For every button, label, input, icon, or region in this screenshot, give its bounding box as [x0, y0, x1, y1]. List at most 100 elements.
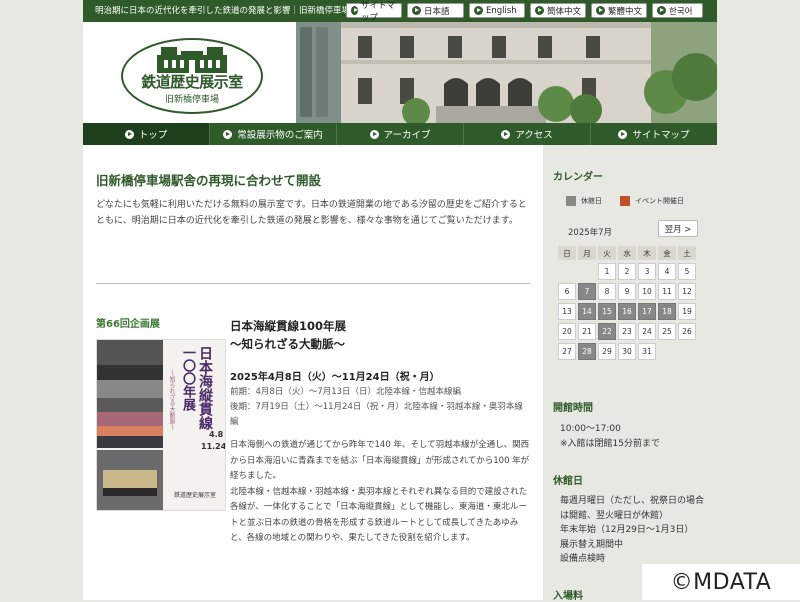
weekday-header: 月: [578, 246, 596, 260]
calendar-day-closed: 14: [578, 303, 596, 320]
divider: [96, 283, 530, 284]
sidebar: カレンダー 休館日 イベント開催日 2025年7月 翌月 > 日月火水木金土12…: [543, 145, 717, 602]
closed-days-text: 毎週月曜日（ただし、祝祭日の場合は開館、翌火曜日が休館） 年末年始（12月29日…: [560, 496, 705, 564]
calendar-day: 12: [678, 283, 696, 300]
lang-simplified-chinese-link[interactable]: 簡体中文: [530, 3, 586, 18]
hours-heading: 開館時間: [553, 403, 593, 414]
nav-item-sitemap[interactable]: サイトマップ: [591, 123, 717, 145]
calendar-empty-cell: [558, 263, 576, 280]
nav-item-archive[interactable]: アーカイブ: [337, 123, 464, 145]
calendar-day-closed: 18: [658, 303, 676, 320]
calendar-day-closed: 15: [598, 303, 616, 320]
top-bar: 明治期に日本の近代化を牽引した鉄道の発展と影響｜旧新橋停車場 サイトマップ 日本…: [83, 0, 717, 23]
poster-date-start: 4.8: [209, 430, 224, 439]
calendar-day-closed: 16: [618, 303, 636, 320]
arrow-right-icon: [596, 6, 605, 15]
station-building-photo: [296, 22, 717, 123]
poster-tagline: ～知られざる大動脈～: [168, 370, 175, 430]
calendar-week-row: 20 21 22 23 24 25 26: [558, 323, 703, 340]
weekday-header: 火: [598, 246, 616, 260]
calendar-day: 3: [638, 263, 656, 280]
calendar-day: 25: [658, 323, 676, 340]
calendar-day: 21: [578, 323, 596, 340]
calendar-day: 13: [558, 303, 576, 320]
poster-subtitle: 一〇〇年展: [180, 346, 195, 411]
event-swatch: [620, 196, 630, 206]
arrow-right-icon: [124, 129, 134, 139]
exhibition-periods: 前期：4月8日（火）～7月13日（日）北陸本線・信越本線編 後期：7月19日（土…: [230, 387, 523, 427]
lang-japanese-link[interactable]: 日本語: [407, 3, 464, 18]
exhibition-date: 2025年4月8日（火）～11月24日（祝・月）: [230, 372, 440, 383]
page-heading: 旧新橋停車場駅舎の再現に合わせて開設: [96, 173, 322, 188]
exhibition-description: 日本海側への鉄道が通じてから昨年で140 年、そして羽越本線が全通し、関西から日…: [230, 440, 530, 543]
calendar-day: 20: [558, 323, 576, 340]
exhibition-poster[interactable]: 日本海縦貫線 一〇〇年展 ～知られざる大動脈～ 4.8 11.24 鉄道歴史展示…: [96, 339, 226, 511]
arrow-right-icon: [501, 129, 511, 139]
intro-text: どなたにも気軽に利用いただける無料の展示室です。日本の鉄道開業の地である汐留の歴…: [96, 200, 527, 226]
calendar-week-row: 6 7 8 9 10 11 12: [558, 283, 703, 300]
hours-text: 10:00～17:00 ※入館は閉館15分前まで: [560, 424, 660, 449]
header: 鉄道歴史展示室 旧新橋停車場: [83, 22, 717, 123]
arrow-right-icon: [223, 129, 233, 139]
arrow-right-icon: [474, 6, 483, 15]
calendar-heading: カレンダー: [553, 172, 603, 183]
calendar-week-row: 12345: [558, 263, 703, 280]
nav-item-access[interactable]: アクセス: [464, 123, 591, 145]
next-month-button[interactable]: 翌月 >: [658, 220, 698, 237]
calendar-day-closed: 22: [598, 323, 616, 340]
exhibition-label: 第66回企画展: [96, 319, 160, 330]
calendar-grid: 日月火水木金土 1 2 3 4 5 6 7 8 9 10 11 12 13 14 15 16 17 18 19 20 21…: [558, 246, 703, 363]
sitemap-link[interactable]: サイトマップ: [346, 1, 402, 23]
lang-korean-link[interactable]: 한국어: [652, 3, 703, 18]
nav-item-top[interactable]: トップ: [83, 123, 210, 145]
calendar-empty-cell: [658, 343, 676, 360]
copyright-watermark: ©MDATA: [642, 564, 800, 600]
calendar-weekday-row: 日月火水木金土: [558, 246, 703, 260]
legend-closed: 休館日: [566, 196, 602, 206]
weekday-header: 木: [638, 246, 656, 260]
arrow-right-icon: [618, 129, 628, 139]
weekday-header: 日: [558, 246, 576, 260]
calendar-month: 2025年7月: [568, 228, 613, 238]
logo-subtitle: 旧新橋停車場: [164, 95, 219, 105]
calendar-empty-cell: [678, 343, 696, 360]
calendar-week-row: 27 28 29 30 31: [558, 343, 703, 360]
calendar-day: 5: [678, 263, 696, 280]
arrow-right-icon: [369, 129, 379, 139]
calendar-day: 4: [658, 263, 676, 280]
calendar-day-closed: 28: [578, 343, 596, 360]
arrow-right-icon: [351, 6, 359, 15]
calendar-empty-cell: [578, 263, 596, 280]
weekday-header: 土: [678, 246, 696, 260]
calendar-day: 27: [558, 343, 576, 360]
calendar-day: 24: [638, 323, 656, 340]
arrow-right-icon: [412, 6, 421, 15]
poster-date-end: 11.24: [201, 442, 226, 451]
weekday-header: 金: [658, 246, 676, 260]
nav-item-permanent-exhibits[interactable]: 常設展示物のご案内: [210, 123, 337, 145]
calendar-day: 31: [638, 343, 656, 360]
global-nav: トップ 常設展示物のご案内 アーカイブ アクセス サイトマップ: [83, 123, 717, 145]
calendar-day: 2: [618, 263, 636, 280]
calendar-day: 29: [598, 343, 616, 360]
calendar-day-closed: 7: [578, 283, 596, 300]
lang-traditional-chinese-link[interactable]: 繁體中文: [591, 3, 647, 18]
calendar-day: 6: [558, 283, 576, 300]
weekday-header: 水: [618, 246, 636, 260]
calendar-day: 8: [598, 283, 616, 300]
calendar-day: 23: [618, 323, 636, 340]
station-photo-illustration: [296, 22, 717, 123]
arrow-right-icon: [657, 6, 666, 15]
lang-english-link[interactable]: English: [469, 3, 525, 18]
calendar-day: 19: [678, 303, 696, 320]
site-tagline: 明治期に日本の近代化を牽引した鉄道の発展と影響｜旧新橋停車場: [95, 6, 351, 16]
calendar-day: 9: [618, 283, 636, 300]
calendar-day: 1: [598, 263, 616, 280]
poster-venue: 鉄道歴史展示室: [173, 492, 216, 499]
calendar-day: 10: [638, 283, 656, 300]
calendar-day: 11: [658, 283, 676, 300]
poster-title: 日本海縦貫線: [197, 346, 213, 430]
site-logo[interactable]: 鉄道歴史展示室 旧新橋停車場: [121, 38, 263, 114]
calendar-day-closed: 17: [638, 303, 656, 320]
calendar-week-row: 13 14 15 16 17 18 19: [558, 303, 703, 320]
